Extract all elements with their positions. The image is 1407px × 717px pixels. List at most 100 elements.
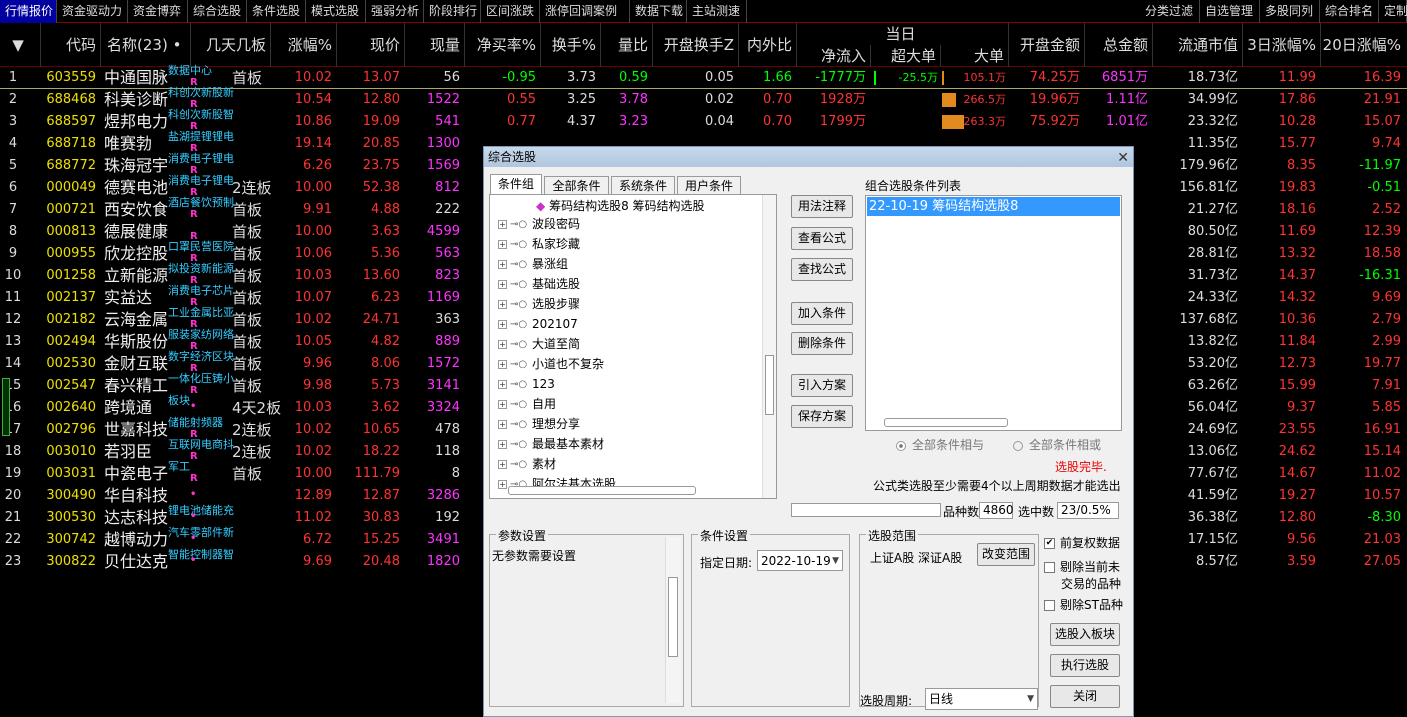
menu-capital-game[interactable]: 资金博弈 <box>128 0 188 23</box>
col-superbig[interactable]: 超大单 <box>870 45 940 67</box>
tree-item[interactable]: + ⊸○ 素材 <box>498 455 556 473</box>
tree-item[interactable]: + ⊸○ 自用 <box>498 395 556 413</box>
expand-icon[interactable]: + <box>498 400 507 409</box>
tree-item[interactable]: + ⊸○ 私家珍藏 <box>498 235 580 253</box>
list-hscroll-thumb[interactable] <box>884 418 1008 427</box>
radio-all-and[interactable]: 全部条件相与 <box>896 436 984 453</box>
col-openturn[interactable]: 开盘换手Z <box>652 23 738 67</box>
tab-system-conditions[interactable]: 系统条件 <box>611 176 675 194</box>
left-scroll-handle[interactable] <box>2 378 10 436</box>
tree-vscroll-thumb[interactable] <box>765 355 774 415</box>
add-condition-button[interactable]: 加入条件 <box>791 302 853 325</box>
add-to-block-button[interactable]: 选股入板块 <box>1050 623 1120 646</box>
col-code[interactable]: 代码 <box>40 23 100 67</box>
tree-item[interactable]: + ⊸○ 理想分享 <box>498 415 580 433</box>
close-button[interactable]: 关闭 <box>1050 685 1120 708</box>
close-icon[interactable]: ✕ <box>1117 148 1129 168</box>
col-vol[interactable]: 现量 <box>404 23 464 67</box>
checkbox-exclude-untraded[interactable]: 剔除当前未 <box>1044 558 1120 575</box>
col-d20[interactable]: 20日涨幅% <box>1320 23 1405 67</box>
condition-list-label: 组合选股条件列表 <box>865 179 962 193</box>
menu-range-change[interactable]: 区间涨跌 <box>481 0 540 23</box>
param-vscroll[interactable] <box>665 537 681 703</box>
tree-item[interactable]: + ⊸○ 123 <box>498 375 555 393</box>
col-days[interactable]: 几天几板 <box>190 23 270 67</box>
expand-icon[interactable]: + <box>498 440 507 449</box>
tree-item[interactable]: + ⊸○ 最最基本素材 <box>498 435 604 453</box>
delete-condition-button[interactable]: 删除条件 <box>791 332 853 355</box>
col-pct[interactable]: 涨幅% <box>270 23 336 67</box>
menu-pattern-screen[interactable]: 模式选股 <box>306 0 366 23</box>
tree-item-selected[interactable]: ◆ 筹码结构选股8 筹码结构选股 <box>536 197 705 215</box>
expand-icon[interactable]: + <box>498 360 507 369</box>
menu-capital-drive[interactable]: 资金驱动力 <box>57 0 128 23</box>
tree-vscroll[interactable] <box>762 195 776 498</box>
col-mktcap[interactable]: 流通市值 <box>1152 23 1242 67</box>
col-name[interactable]: 名称(23) <box>100 23 168 67</box>
col-openamt[interactable]: 开盘金额 <box>1008 23 1084 67</box>
save-plan-button[interactable]: 保存方案 <box>791 405 853 428</box>
tree-hscroll-thumb[interactable] <box>508 486 696 495</box>
menu-server-speed[interactable]: 主站测速 <box>687 0 747 23</box>
tree-item[interactable]: + ⊸○ 选股步骤 <box>498 295 580 313</box>
param-vscroll-thumb[interactable] <box>668 577 678 657</box>
menu-watchlist-manage[interactable]: 自选管理 <box>1200 0 1260 23</box>
expand-icon[interactable]: + <box>498 220 507 229</box>
expand-icon[interactable]: + <box>498 320 507 329</box>
expand-icon[interactable]: + <box>498 480 507 489</box>
chevron-down-icon[interactable]: ▼ <box>832 551 839 571</box>
col-turnover[interactable]: 换手% <box>540 23 600 67</box>
menu-data-download[interactable]: 数据下载 <box>630 0 687 23</box>
expand-icon[interactable]: + <box>498 380 507 389</box>
view-formula-button[interactable]: 查看公式 <box>791 227 853 250</box>
tree-item[interactable]: + ⊸○ 202107 <box>498 315 578 333</box>
col-volratio[interactable]: 量比 <box>600 23 652 67</box>
tree-item[interactable]: + ⊸○ 暴涨组 <box>498 255 568 273</box>
tree-item[interactable]: + ⊸○ 小道也不复杂 <box>498 355 604 373</box>
usage-notes-button[interactable]: 用法注释 <box>791 195 853 218</box>
menu-multi-stock[interactable]: 多股同列 <box>1260 0 1320 23</box>
chevron-down-icon[interactable]: ▼ <box>1027 689 1034 709</box>
menu-custom[interactable]: 定制 <box>1379 0 1407 23</box>
find-formula-button[interactable]: 查找公式 <box>791 258 853 281</box>
sort-arrow-icon[interactable]: ▼ <box>0 23 40 67</box>
expand-icon[interactable]: + <box>498 280 507 289</box>
col-price[interactable]: 现价 <box>336 23 404 67</box>
col-d3[interactable]: 3日涨幅% <box>1242 23 1320 67</box>
tab-all-conditions[interactable]: 全部条件 <box>544 176 609 194</box>
col-netbuy[interactable]: 净买率% <box>464 23 540 67</box>
expand-icon[interactable]: + <box>498 300 507 309</box>
menu-strength-analysis[interactable]: 强弱分析 <box>366 0 424 23</box>
expand-icon[interactable]: + <box>498 460 507 469</box>
tab-condition-group[interactable]: 条件组 <box>490 174 542 194</box>
menu-combo-screen[interactable]: 综合选股 <box>188 0 247 23</box>
execute-screen-button[interactable]: 执行选股 <box>1050 654 1120 677</box>
expand-icon[interactable]: + <box>498 340 507 349</box>
condition-list[interactable]: 22-10-19 筹码结构选股8 <box>865 195 1122 431</box>
period-select[interactable]: 日线 ▼ <box>925 688 1038 710</box>
tree-item[interactable]: + ⊸○ 波段密码 <box>498 215 580 233</box>
tree-item[interactable]: + ⊸○ 基础选股 <box>498 275 580 293</box>
menu-condition-screen[interactable]: 条件选股 <box>247 0 306 23</box>
menu-combo-rank[interactable]: 综合排名 <box>1320 0 1379 23</box>
menu-limitup-cases[interactable]: 涨停回调案例 <box>540 0 630 23</box>
tab-user-conditions[interactable]: 用户条件 <box>677 176 741 194</box>
import-plan-button[interactable]: 引入方案 <box>791 374 853 397</box>
expand-icon[interactable]: + <box>498 260 507 269</box>
col-inout[interactable]: 内外比 <box>738 23 796 67</box>
menu-quotes[interactable]: 行情报价 <box>0 0 57 23</box>
menu-category-filter[interactable]: 分类过滤 <box>1140 0 1200 23</box>
menu-stage-rank[interactable]: 阶段排行 <box>424 0 481 23</box>
expand-icon[interactable]: + <box>498 420 507 429</box>
expand-icon[interactable]: + <box>498 240 507 249</box>
col-netflow[interactable]: 净流入 <box>796 45 870 67</box>
tree-item[interactable]: + ⊸○ 大道至简 <box>498 335 580 353</box>
col-big[interactable]: 大单 <box>940 45 1008 67</box>
radio-all-or[interactable]: 全部条件相或 <box>1013 436 1101 453</box>
condition-list-item[interactable]: 22-10-19 筹码结构选股8 <box>867 197 1120 216</box>
date-field[interactable]: 2022-10-19 ▼ <box>757 550 843 571</box>
change-range-button[interactable]: 改变范围 <box>977 543 1035 566</box>
col-total[interactable]: 总金额 <box>1084 23 1152 67</box>
checkbox-adj-data[interactable]: ✔ 前复权数据 <box>1044 534 1120 551</box>
checkbox-exclude-st[interactable]: 剔除ST品种 <box>1044 596 1123 613</box>
